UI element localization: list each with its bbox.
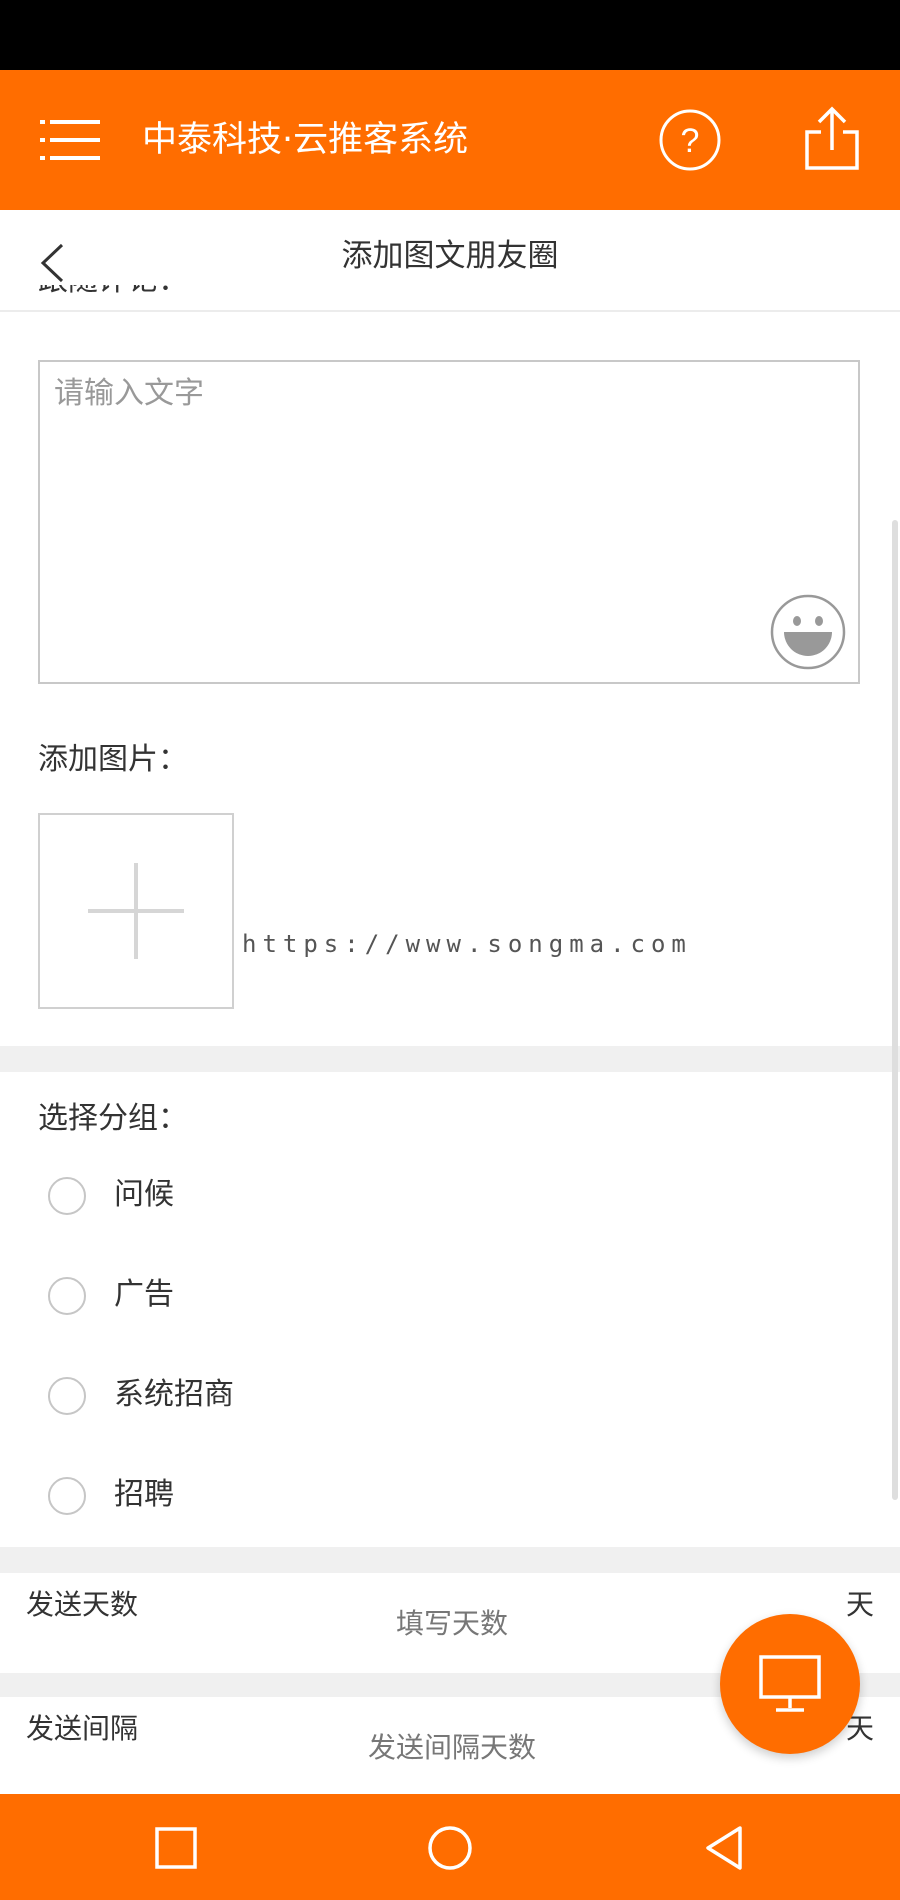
scroll-thumb[interactable] <box>892 520 898 1500</box>
page-title: 添加图文朋友圈 <box>341 238 559 274</box>
add-image-button[interactable] <box>38 813 234 1009</box>
send-interval-label: 发送间隔 <box>26 1712 139 1745</box>
comment-textarea-box <box>38 360 860 684</box>
radio-circle[interactable] <box>48 1377 86 1415</box>
share-icon[interactable] <box>803 106 861 172</box>
app-title: 中泰科技·云推客系统 <box>142 120 469 160</box>
radio-label: 招聘 <box>114 1477 174 1512</box>
watermark-text: https://www.songma.com <box>242 930 692 958</box>
send-days-input[interactable] <box>300 1597 604 1649</box>
radio-circle[interactable] <box>48 1277 86 1315</box>
scrollbar[interactable] <box>890 520 900 1500</box>
help-icon[interactable]: ? <box>658 108 722 172</box>
back-triangle-icon[interactable] <box>696 1820 752 1876</box>
section-divider <box>0 1547 900 1573</box>
radio-circle[interactable] <box>48 1177 86 1215</box>
radio-label: 问候 <box>114 1177 174 1212</box>
send-days-label: 发送天数 <box>26 1588 139 1621</box>
group-option-ad[interactable]: 广告 <box>48 1268 648 1328</box>
radio-label: 广告 <box>114 1277 174 1312</box>
send-days-unit: 天 <box>845 1588 874 1621</box>
group-option-recruit-business[interactable]: 系统招商 <box>48 1368 648 1428</box>
radio-label: 系统招商 <box>114 1377 234 1412</box>
home-icon[interactable] <box>422 1820 478 1876</box>
emoji-icon[interactable] <box>770 594 846 670</box>
floating-action-button[interactable] <box>720 1614 860 1754</box>
menu-icon[interactable] <box>40 118 100 162</box>
section-divider <box>0 1046 900 1072</box>
add-image-label: 添加图片： <box>38 742 188 777</box>
group-option-greeting[interactable]: 问候 <box>48 1168 648 1228</box>
svg-text:?: ? <box>681 122 700 160</box>
monitor-icon <box>759 1655 821 1712</box>
radio-circle[interactable] <box>48 1477 86 1515</box>
comment-textarea[interactable] <box>54 372 754 572</box>
group-option-hiring[interactable]: 招聘 <box>48 1468 648 1528</box>
group-label: 选择分组： <box>38 1101 188 1136</box>
follow-comment-label: 跟随评论： <box>38 285 188 315</box>
app-header: 中泰科技·云推客系统 ? <box>0 70 900 210</box>
send-interval-input[interactable] <box>300 1721 604 1773</box>
status-bar <box>0 0 900 70</box>
system-nav-bar <box>0 1794 900 1900</box>
recent-apps-icon[interactable] <box>148 1820 204 1876</box>
plus-icon <box>88 863 184 959</box>
